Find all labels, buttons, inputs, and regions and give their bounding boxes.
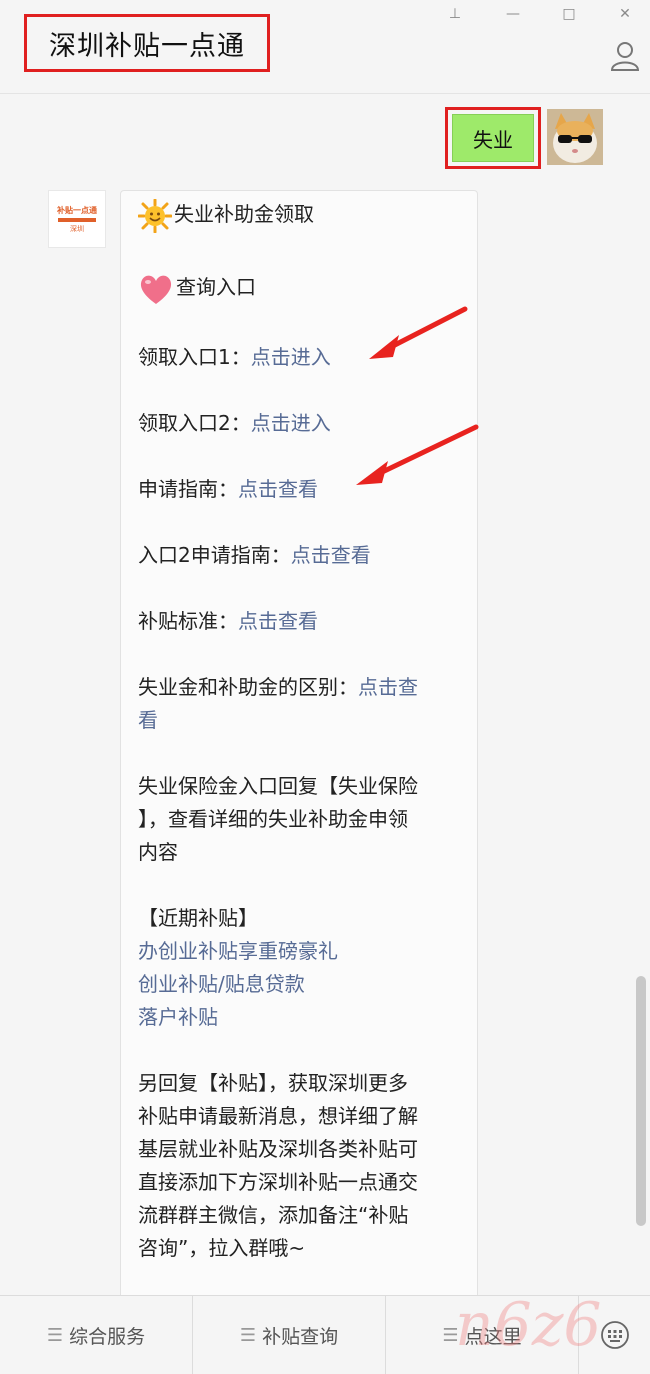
recent-heading: 【近期补贴】 — [138, 906, 258, 930]
bot-avatar-bar — [58, 217, 96, 222]
insurance-line: 】，查看详细的失业补助金申领 — [138, 807, 408, 831]
closing-line: 直接添加下方深圳补贴一点通交 — [138, 1170, 418, 1194]
bot-avatar-text: 补贴一点通 — [57, 205, 97, 215]
menu-icon: ☰ — [46, 1325, 64, 1346]
message-heading: 失业补助金领取 — [138, 198, 314, 233]
difference-link[interactable]: 点击查 — [358, 675, 418, 699]
closing-line: 咨询”，拉入群哦~ — [138, 1236, 306, 1260]
entry-row: 领取入口2：点击进入 — [138, 407, 331, 440]
menu-item-label: 补贴查询 — [262, 1326, 339, 1348]
recent-link[interactable]: 落户补贴 — [138, 1001, 218, 1034]
heart-emoji-icon — [140, 275, 172, 304]
difference-label: 失业金和补助金的区别： — [138, 675, 358, 699]
keyboard-icon — [600, 1321, 629, 1349]
menu-item-comprehensive-service[interactable]: ☰ 综合服务 — [0, 1296, 193, 1374]
closing-line: 流群群主微信，添加备注“补贴 — [138, 1203, 409, 1227]
entry-link[interactable]: 点击进入 — [251, 411, 331, 435]
difference-row-cont: 看 — [138, 704, 158, 737]
difference-link-cont[interactable]: 看 — [138, 708, 158, 732]
chat-title-box: 深圳补贴一点通 — [24, 14, 270, 72]
heading-text: 失业补助金领取 — [174, 202, 314, 226]
entry-label: 领取入口1： — [138, 345, 251, 369]
recent-link[interactable]: 办创业补贴享重磅豪礼 — [138, 935, 338, 968]
entry-row: 入口2申请指南：点击查看 — [138, 539, 371, 572]
entry-link[interactable]: 点击进入 — [251, 345, 331, 369]
red-arrow-annotation — [356, 424, 479, 485]
entry-link[interactable]: 点击查看 — [291, 543, 371, 567]
cat-avatar-image — [547, 109, 603, 165]
entry-label: 补贴标准： — [138, 609, 238, 633]
menu-item-label: 综合服务 — [69, 1326, 146, 1348]
entry-label: 入口2申请指南： — [138, 543, 291, 567]
insurance-line: 内容 — [138, 840, 178, 864]
bot-message-bubble: 失业补助金领取 查询入口 领取入口1：点击进入 领取入口2：点击进入 申请指南：… — [120, 190, 478, 1374]
menu-item-label: 点这里 — [464, 1326, 522, 1348]
user-message-bubble[interactable]: 失业 — [452, 114, 534, 162]
entry-row: 领取入口1：点击进入 — [138, 341, 331, 374]
query-heading: 查询入口 — [138, 271, 256, 306]
closing-line: 基层就业补贴及深圳各类补贴可 — [138, 1137, 418, 1161]
bottom-menu: ☰ 综合服务 ☰ 补贴查询 ☰ 点这里 — [0, 1295, 650, 1374]
difference-row: 失业金和补助金的区别：点击查 — [138, 671, 418, 704]
sun-emoji-icon — [138, 198, 172, 233]
profile-icon[interactable] — [610, 40, 640, 72]
query-heading-text: 查询入口 — [176, 275, 256, 299]
menu-item-click-here[interactable]: ☰ 点这里 — [386, 1296, 579, 1374]
keyboard-toggle-button[interactable] — [579, 1296, 650, 1374]
entry-link[interactable]: 点击查看 — [238, 609, 318, 633]
chat-scrollbar[interactable] — [636, 976, 646, 1226]
chat-area[interactable]: 失业 补贴一点通 深圳 失业补助金领取 查询入口 领取入口1：点击进入 领取入口… — [0, 95, 650, 1374]
user-avatar[interactable] — [547, 109, 603, 165]
menu-icon: ☰ — [442, 1325, 459, 1346]
pin-icon[interactable]: ⊥ — [444, 4, 466, 24]
bot-avatar[interactable]: 补贴一点通 深圳 — [48, 190, 106, 248]
closing-line: 另回复【补贴】，获取深圳更多 — [138, 1071, 408, 1095]
entry-link[interactable]: 点击查看 — [238, 477, 318, 501]
entry-label: 申请指南： — [138, 477, 238, 501]
user-message-highlight: 失业 — [445, 107, 541, 169]
closing-line: 补贴申请最新消息，想详细了解 — [138, 1104, 418, 1128]
red-arrow-annotation — [369, 306, 468, 359]
entry-label: 领取入口2： — [138, 411, 251, 435]
maximize-button[interactable]: □ — [558, 4, 580, 24]
entry-row: 申请指南：点击查看 — [138, 473, 318, 506]
menu-item-subsidy-query[interactable]: ☰ 补贴查询 — [193, 1296, 386, 1374]
bot-avatar-subtext: 深圳 — [70, 224, 84, 233]
minimize-button[interactable]: — — [502, 4, 524, 24]
recent-link[interactable]: 创业补贴/贴息贷款 — [138, 968, 305, 1001]
close-button[interactable]: ✕ — [614, 4, 636, 24]
chat-header: 深圳补贴一点通 ⊥ — □ ✕ — [0, 0, 650, 94]
user-message-text: 失业 — [473, 127, 513, 152]
chat-title: 深圳补贴一点通 — [49, 30, 245, 62]
menu-icon: ☰ — [239, 1325, 257, 1346]
insurance-line: 失业保险金入口回复【失业保险 — [138, 774, 418, 798]
entry-row: 补贴标准：点击查看 — [138, 605, 318, 638]
